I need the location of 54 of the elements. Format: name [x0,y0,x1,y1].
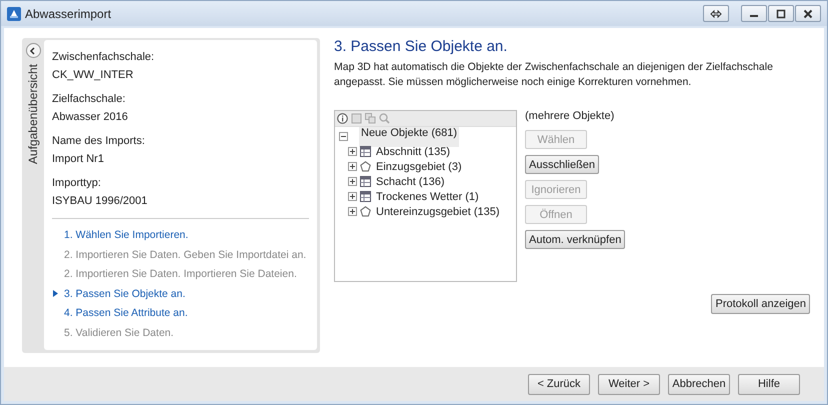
tree-item[interactable]: Einzugsgebiet (3) [374,160,464,173]
description-text: Map 3D hat automatisch die Objekte der Zwischenfachschale an diejenigen der Zielfachschale angepasst. Sie müssen möglicherweise noch einige Korrekturen vornehmen. [334,60,774,90]
tree-item[interactable]: Schacht (136) [374,176,446,188]
tree-item[interactable]: Untereinzugsgebiet (135) [374,206,502,218]
maximize-button[interactable] [768,5,794,22]
window-title: Abwasserimport [25,6,112,21]
step-link[interactable]: 2. Importieren Sie Daten. Importieren Sie Dateien. [64,268,297,280]
field-label: Zwischenfachschale: [52,50,156,66]
tree-item[interactable]: Abschnitt (135) [374,146,452,158]
field-label: Zielfachschale: [52,92,126,108]
expand-icon[interactable] [348,177,357,186]
close-button[interactable] [795,5,821,22]
step-link[interactable]: 3. Passen Sie Objekte an. [64,288,186,300]
footer-button[interactable]: < Zurück [528,374,590,395]
show-log-button[interactable]: Protokoll anzeigen [711,294,810,314]
selection-label: (mehrere Objekte) [525,110,616,124]
field-label: Importtyp: [52,176,102,192]
pentagon-icon [360,161,371,172]
field-label: Name des Imports: [52,134,146,150]
field-value: Import Nr1 [52,152,105,168]
expand-icon[interactable] [348,147,357,156]
tree-item[interactable]: Trockenes Wetter (1) [374,190,481,203]
table-icon [360,146,371,158]
maximize-icon [776,8,786,19]
restore-button[interactable] [703,5,729,22]
footer-button[interactable]: Hilfe [738,374,800,395]
table-icon [360,176,371,188]
action-button[interactable]: Ausschließen [525,155,600,174]
expand-icon[interactable] [348,207,357,216]
footer-button[interactable]: Abbrechen [668,374,730,395]
page-heading: 3. Passen Sie Objekte an. [334,38,508,56]
field-value: CK_WW_INTER [52,68,134,84]
field-value: ISYBAU 1996/2001 [52,194,148,210]
close-icon [803,8,813,19]
chevron-left-icon [29,46,37,55]
app-icon [7,6,21,21]
tree-item[interactable]: Neue Objekte (681) [359,126,459,147]
step-link[interactable]: 5. Validieren Sie Daten. [64,326,174,339]
minimize-button[interactable] [741,5,767,22]
table-icon [360,191,371,202]
step-link[interactable]: 2. Importieren Sie Daten. Geben Sie Importdatei an. [64,248,306,261]
step-link[interactable]: 4. Passen Sie Attribute an. [64,307,188,320]
pentagon-icon [360,206,371,218]
double-arrow-icon [710,10,722,18]
panel-tab-label: Aufgabenübersicht [26,64,40,164]
action-button[interactable]: Autom. verknüpfen [525,230,626,250]
collapse-button[interactable] [26,43,40,58]
info-icon[interactable] [337,113,348,124]
collapse-icon[interactable] [339,132,348,142]
field-value: Abwasser 2016 [52,110,129,126]
step-link[interactable]: 1. Wählen Sie Importieren. [64,229,188,242]
expand-icon[interactable] [348,192,357,202]
footer-button[interactable]: Weiter > [598,374,660,395]
expand-icon[interactable] [348,162,357,172]
